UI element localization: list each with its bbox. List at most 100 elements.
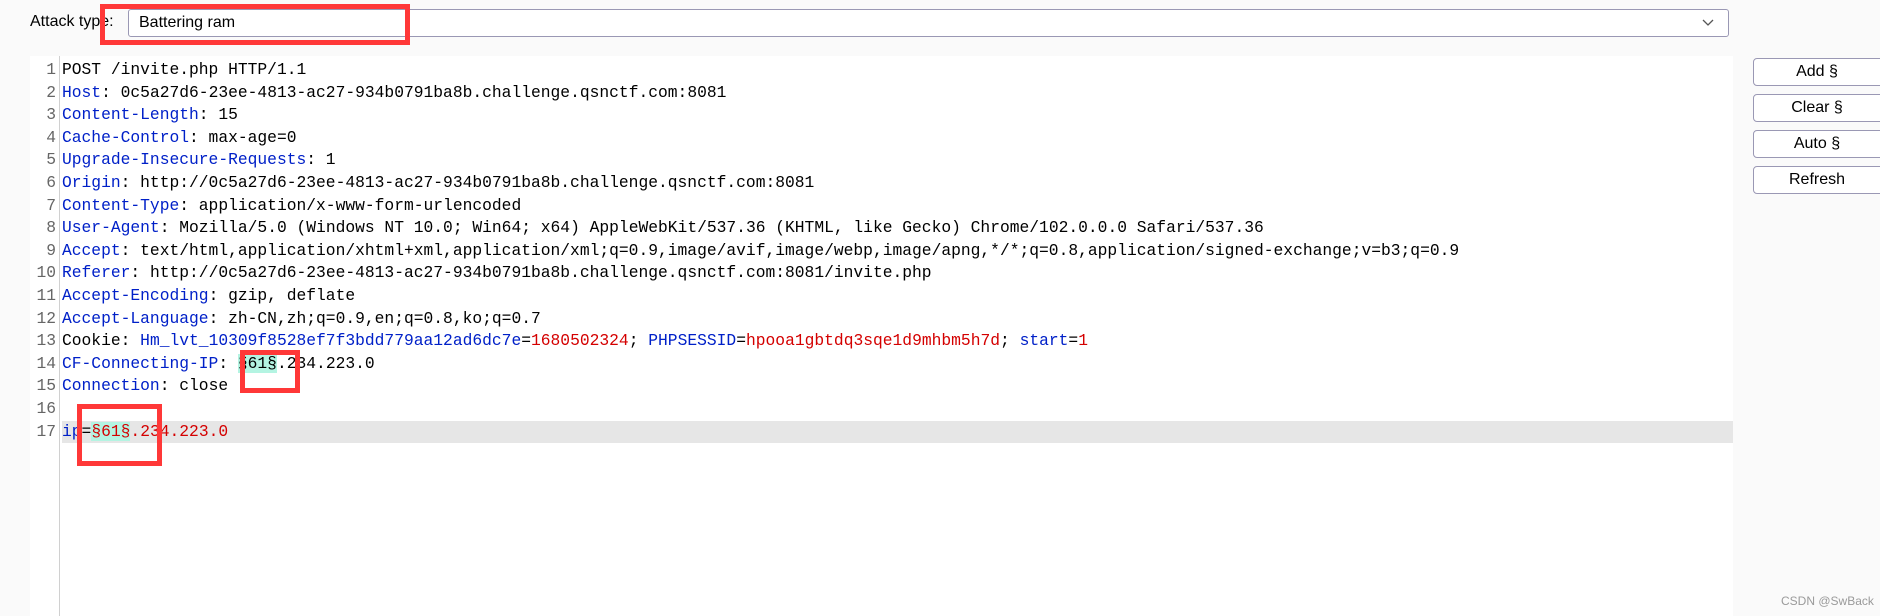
line-content: Accept-Language: zh-CN,zh;q=0.9,en;q=0.8…: [62, 308, 541, 331]
line-content: POST /invite.php HTTP/1.1: [62, 59, 306, 82]
code-text: : 15: [198, 105, 238, 125]
request-editor[interactable]: 1 POST /invite.php HTTP/1.1 2 Host: 0c5a27d…: [30, 56, 1733, 616]
code-text: =: [1068, 331, 1079, 351]
line-number: 6: [46, 173, 56, 192]
param-value: hpooa1gbtdq3sqe1d9mhbm5h7d: [745, 331, 1001, 351]
code-text: =: [81, 421, 92, 441]
auto-markers-button[interactable]: Auto §: [1753, 130, 1880, 158]
code-text: =: [736, 331, 746, 351]
line-number: 13: [36, 331, 56, 351]
field-name: PHPSESSID: [648, 331, 737, 351]
code-text: : 0c5a27d6-23ee-4813-ac27-934b0791ba8b.c…: [101, 82, 727, 102]
param-value: 1680502324: [531, 331, 629, 351]
code-text: : http://0c5a27d6-23ee-4813-ac27-934b079…: [120, 173, 815, 192]
field-name: CF-Connecting-IP: [62, 353, 219, 373]
editor-line[interactable]: 17 ip=§61§.234.223.0: [36, 420, 1733, 444]
line-number: 15: [36, 376, 56, 396]
param-value: 1: [1078, 331, 1088, 351]
line-content: User-Agent: Mozilla/5.0 (Windows NT 10.0…: [62, 217, 1264, 240]
field-name: Origin: [62, 173, 121, 192]
param-value: .234.223.0: [130, 421, 229, 441]
line-content: Cache-Control: max-age=0: [62, 127, 297, 150]
refresh-button[interactable]: Refresh: [1753, 166, 1880, 194]
line-content: Cookie: Hm_lvt_10309f8528ef7f3bdd779aa12…: [62, 330, 1088, 353]
field-name: Cache-Control: [62, 127, 190, 147]
code-text: : zh-CN,zh;q=0.9,en;q=0.8,ko;q=0.7: [208, 308, 541, 328]
code-text: :: [218, 353, 238, 373]
field-name: Content-Length: [62, 105, 199, 125]
field-name: User-Agent: [62, 218, 160, 238]
line-content: Connection: close: [62, 375, 228, 398]
field-name: Host: [62, 82, 102, 102]
line-number: 5: [46, 150, 56, 170]
attack-type-value: Battering ram: [139, 14, 236, 31]
field-name: Upgrade-Insecure-Requests: [62, 150, 307, 170]
line-content: CF-Connecting-IP: §61§.234.223.0: [62, 353, 375, 376]
line-number: 4: [46, 127, 56, 147]
add-marker-button[interactable]: Add §: [1753, 58, 1880, 86]
field-name: Hm_lvt_10309f8528ef7f3bdd779aa12ad6dc7e: [140, 331, 522, 351]
field-name: Connection: [62, 376, 160, 396]
code-text: : close: [159, 376, 229, 396]
line-number: 7: [46, 195, 56, 215]
clear-markers-button[interactable]: Clear §: [1753, 94, 1880, 122]
line-content: Accept-Encoding: gzip, deflate: [62, 285, 355, 308]
editor-line[interactable]: 2 Host: 0c5a27d6-23ee-4813-ac27-934b0791b…: [30, 82, 1733, 105]
code-text: .234.223.0: [276, 353, 375, 373]
line-content: Host: 0c5a27d6-23ee-4813-ac27-934b0791ba…: [62, 82, 726, 105]
line-number: 11: [36, 286, 56, 305]
editor-line[interactable]: 14 CF-Connecting-IP: §61§.234.223.0: [30, 353, 1733, 376]
line-number: 3: [46, 105, 56, 125]
line-content: Upgrade-Insecure-Requests: 1: [62, 149, 336, 172]
line-number: 16: [36, 399, 56, 418]
editor-line[interactable]: 6 Origin: http://0c5a27d6-23ee-4813-ac27-…: [30, 172, 1733, 195]
code-text: =: [521, 331, 531, 351]
code-text: : gzip, deflate: [208, 286, 356, 305]
code-text: : text/html,application/xhtml+xml,applic…: [120, 240, 1460, 260]
line-number: 10: [36, 263, 56, 283]
field-name: Accept-Language: [62, 308, 209, 328]
line-number: 12: [36, 308, 56, 328]
attack-type-label: Attack type:: [30, 13, 114, 30]
code-text: Cookie:: [62, 331, 141, 351]
editor-line[interactable]: 15 Connection: close: [30, 375, 1733, 398]
field-name: Referer: [62, 263, 131, 283]
payload-position-marker: §61§: [237, 353, 277, 373]
editor-line[interactable]: 13 Cookie: Hm_lvt_10309f8528ef7f3bdd779aa…: [30, 330, 1733, 353]
payload-position-marker: §61§: [91, 421, 131, 441]
line-content: Content-Type: application/x-www-form-url…: [62, 195, 521, 218]
line-number: 17: [36, 421, 56, 441]
code-text: POST /invite.php HTTP/1.1: [62, 60, 307, 79]
editor-line[interactable]: 11 Accept-Encoding: gzip, deflate: [30, 285, 1733, 308]
line-number: 2: [46, 82, 56, 102]
editor-line[interactable]: 10 Referer: http://0c5a27d6-23ee-4813-ac2…: [30, 262, 1733, 285]
line-number: 8: [46, 218, 56, 238]
watermark: CSDN @SwBack: [1781, 594, 1874, 608]
attack-type-select[interactable]: Battering ram: [128, 9, 1729, 37]
code-text: ;: [1000, 331, 1020, 351]
line-content: Referer: http://0c5a27d6-23ee-4813-ac27-…: [62, 262, 932, 285]
editor-line[interactable]: 5 Upgrade-Insecure-Requests: 1: [30, 149, 1733, 172]
editor-line[interactable]: 7 Content-Type: application/x-www-form-ur…: [30, 195, 1733, 218]
field-name: Accept-Encoding: [62, 286, 209, 305]
editor-line[interactable]: 12 Accept-Language: zh-CN,zh;q=0.9,en;q=0…: [30, 308, 1733, 331]
line-content: Origin: http://0c5a27d6-23ee-4813-ac27-9…: [62, 172, 814, 195]
code-text: ;: [628, 331, 649, 351]
editor-line[interactable]: 8 User-Agent: Mozilla/5.0 (Windows NT 10.…: [30, 217, 1733, 240]
line-content: Content-Length: 15: [62, 104, 238, 127]
code-text: : application/x-www-form-urlencoded: [179, 195, 522, 215]
editor-line[interactable]: 3 Content-Length: 15: [30, 104, 1733, 127]
line-content: Accept: text/html,application/xhtml+xml,…: [62, 240, 1459, 263]
field-name: Accept: [62, 240, 121, 260]
editor-line[interactable]: 16: [30, 398, 1733, 421]
line-number: 14: [36, 353, 56, 373]
chevron-down-icon: [1702, 19, 1714, 26]
field-name: Content-Type: [62, 195, 180, 215]
editor-line[interactable]: 1 POST /invite.php HTTP/1.1: [30, 59, 1733, 82]
code-text: : Mozilla/5.0 (Windows NT 10.0; Win64; x…: [159, 218, 1264, 238]
line-number: 9: [46, 240, 56, 260]
editor-line[interactable]: 9 Accept: text/html,application/xhtml+xml…: [30, 240, 1733, 263]
line-content: ip=§61§.234.223.0: [62, 421, 228, 444]
editor-line[interactable]: 4 Cache-Control: max-age=0: [30, 127, 1733, 150]
code-text: : http://0c5a27d6-23ee-4813-ac27-934b079…: [130, 263, 932, 283]
